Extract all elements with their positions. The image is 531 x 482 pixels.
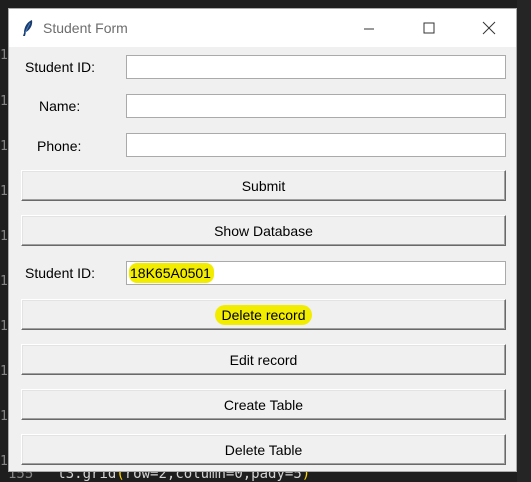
minimize-icon[interactable]	[346, 9, 392, 47]
show-database-button-label: Show Database	[214, 222, 313, 239]
create-table-button-label: Create Table	[223, 396, 304, 413]
form-content: Student ID: Name: Phone: Submit Show Dat…	[9, 47, 516, 473]
delete-student-id-input[interactable]: 18K65A0501	[126, 261, 506, 285]
phone-label: Phone:	[37, 138, 82, 154]
gutter-line-number: 1	[0, 364, 8, 379]
delete-record-button-label: Delete record	[215, 304, 312, 325]
submit-button[interactable]: Submit	[21, 170, 506, 201]
feather-icon	[23, 20, 33, 36]
gutter-line-number: 1	[0, 94, 8, 109]
gutter-line-number: 1	[0, 229, 8, 244]
delete-student-id-label: Student ID:	[25, 265, 96, 281]
maximize-icon[interactable]	[406, 9, 452, 47]
delete-record-button[interactable]: Delete record	[21, 299, 506, 330]
gutter-line-number: 1	[0, 319, 8, 334]
edit-record-button[interactable]: Edit record	[21, 344, 506, 375]
show-database-button[interactable]: Show Database	[21, 215, 506, 246]
edit-record-button-label: Edit record	[229, 351, 298, 368]
title-bar[interactable]: Student Form	[9, 9, 516, 47]
name-input[interactable]	[126, 94, 506, 118]
gutter-line-number: 1	[0, 274, 8, 289]
gutter-line-number: 1	[0, 48, 8, 63]
window-title: Student Form	[43, 20, 128, 36]
phone-input[interactable]	[126, 133, 506, 157]
gutter-line-number: 1	[0, 139, 8, 154]
delete-student-id-value: 18K65A0501	[129, 263, 214, 283]
close-icon[interactable]	[466, 9, 512, 47]
student-id-label: Student ID:	[25, 59, 96, 75]
gutter-line-number: 1	[0, 184, 8, 199]
submit-button-label: Submit	[241, 177, 286, 194]
editor-scrollbar[interactable]	[517, 0, 531, 482]
create-table-button[interactable]: Create Table	[21, 389, 506, 420]
student-id-input[interactable]	[126, 55, 506, 79]
student-form-window: Student Form Student ID: Name: Phone: Su…	[8, 8, 517, 472]
delete-table-button[interactable]: Delete Table	[21, 434, 506, 465]
gutter-line-number: 1	[0, 454, 8, 469]
name-label: Name:	[39, 98, 81, 114]
delete-table-button-label: Delete Table	[224, 441, 303, 458]
gutter-line-number: 1	[0, 409, 8, 424]
